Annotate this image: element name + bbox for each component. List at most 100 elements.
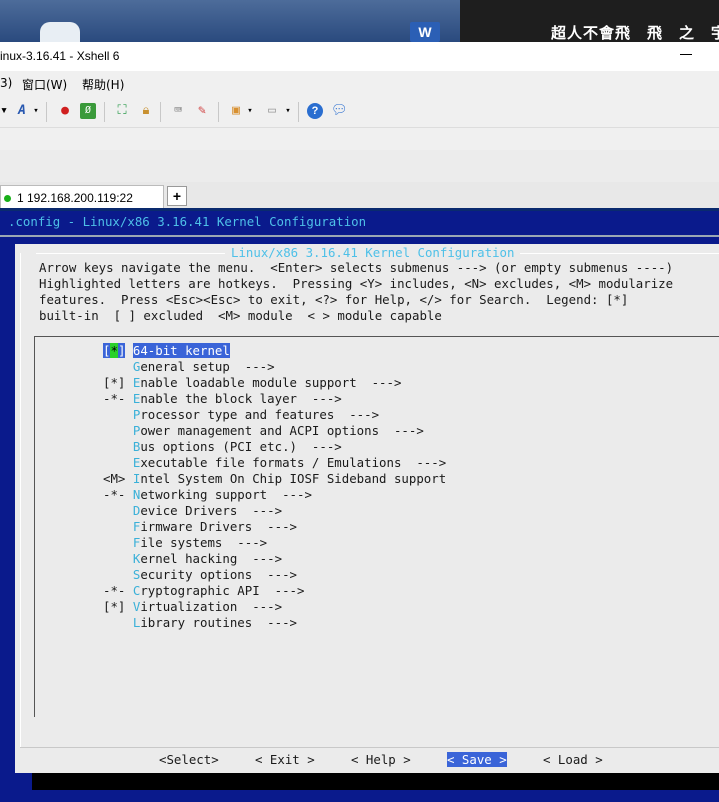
menu-item-prefix [103,519,125,534]
menu-item-label: Firmware Drivers ---> [132,519,297,534]
button-separator [20,747,719,748]
help-text-line: features. Press <Esc><Esc> to exit, <?> … [39,292,629,307]
new-session-icon[interactable]: ▣ [228,103,244,119]
menu-item[interactable]: -*- Networking support ---> [103,487,312,503]
toolbar-separator [46,102,47,122]
window-titlebar: inux-3.16.41 - Xshell 6 [0,42,719,71]
menu-item[interactable]: [*] 64-bit kernel [103,343,230,359]
menu-item-prefix [103,359,125,374]
fullscreen-icon[interactable]: ⛶ [114,103,130,119]
menu-list-box: [*] 64-bit kernel General setup ---> [*] … [34,336,719,717]
dialog-button-help[interactable]: < Help > [351,752,411,767]
toolbar-separator [160,102,161,122]
menu-item-prefix [103,439,125,454]
menu-item-label: Library routines ---> [132,615,297,630]
help-text-line: built-in [ ] excluded <M> module < > mod… [39,308,442,323]
new-tab-button[interactable]: + [167,186,187,206]
menu-item[interactable]: File systems ---> [103,535,267,551]
header-rule [0,235,719,237]
menu-item[interactable]: Library routines ---> [103,615,297,631]
desktop-background: W 超人不會飛 飛 之 宇 [0,0,719,42]
menu-item[interactable]: Processor type and features ---> [103,407,379,423]
menu-item[interactable]: Power management and ACPI options ---> [103,423,424,439]
session-bar [0,150,719,182]
dialog-title: Linux/x86 3.16.41 Kernel Configuration [225,245,521,260]
menu-item[interactable]: <M> Intel System On Chip IOSF Sideband s… [103,471,446,487]
xftp-icon[interactable]: ● [57,103,73,119]
menu-item-label: General setup ---> [132,359,275,374]
menu-item[interactable]: Device Drivers ---> [103,503,282,519]
word-icon[interactable]: W [410,22,440,42]
lock-icon[interactable]: 🔒︎ [138,103,154,119]
window-title: inux-3.16.41 - Xshell 6 [0,49,120,63]
menu-item-label: Security options ---> [132,567,297,582]
menu-help[interactable]: 帮助(H) [82,76,124,93]
menu-item-label: Executable file formats / Emulations ---… [132,455,447,470]
menu-item-label: Enable the block layer ---> [132,391,342,406]
menu-item[interactable]: [*] Virtualization ---> [103,599,282,615]
config-header: .config - Linux/x86 3.16.41 Kernel Confi… [8,214,367,229]
dropdown-icon[interactable]: ▾ [32,103,40,119]
toolbar: ▾ A ▾ ● Ø ⛶ 🔒︎ ⌨ ✎ ▣ ▾ ▭ ▾ ? 💬︎ [0,96,719,127]
dropdown-icon[interactable]: ▾ [284,103,292,119]
keyboard-icon[interactable]: ⌨ [170,103,186,119]
menu-item-label: Enable loadable module support ---> [132,375,402,390]
help-text-line: Highlighted letters are hotkeys. Pressin… [39,276,674,291]
menu-item[interactable]: -*- Enable the block layer ---> [103,391,342,407]
menu-item-prefix: <M> [103,471,126,486]
menu-item[interactable]: Security options ---> [103,567,297,583]
menu-item[interactable]: General setup ---> [103,359,275,375]
menu-arrow-icon[interactable]: ▾ [0,103,8,119]
toolbar-separator [218,102,219,122]
menu-item-label: Virtualization ---> [132,599,283,614]
menu-item[interactable]: Bus options (PCI etc.) ---> [103,439,342,455]
tab-session[interactable]: 1 192.168.200.119:22 [0,185,164,210]
dialog-button-select[interactable]: <Select> [159,752,219,767]
highlighter-icon[interactable]: ✎ [194,103,210,119]
dialog-border-left [20,253,21,747]
help-text-line: Arrow keys navigate the menu. <Enter> se… [39,260,674,275]
menu-item-label: 64-bit kernel [132,343,230,358]
menu-item-prefix: [*] [103,375,126,390]
tab-label: 1 192.168.200.119:22 [17,191,133,205]
menu-tools-partial[interactable]: 3) [0,76,12,90]
menu-item[interactable]: [*] Enable loadable module support ---> [103,375,401,391]
menu-item[interactable]: Firmware Drivers ---> [103,519,297,535]
menu-item-label: Device Drivers ---> [132,503,283,518]
minimize-button[interactable] [680,54,692,55]
dialog-button-load[interactable]: < Load > [543,752,603,767]
menu-item-label: Power management and ACPI options ---> [132,423,424,438]
menu-item-prefix [103,535,125,550]
menu-item-prefix: -*- [103,487,126,502]
dropdown-icon[interactable]: ▾ [246,103,254,119]
menu-item[interactable]: Kernel hacking ---> [103,551,282,567]
desktop-app-icon[interactable] [40,22,80,42]
terminal-area[interactable]: .config - Linux/x86 3.16.41 Kernel Confi… [0,211,719,802]
dialog-button-exit[interactable]: < Exit > [255,752,315,767]
menu-item[interactable]: -*- Cryptographic API ---> [103,583,304,599]
menu-item-prefix: [*] [103,343,126,358]
menu-item-label: Bus options (PCI etc.) ---> [132,439,342,454]
menuconfig-dialog: Linux/x86 3.16.41 Kernel Configuration A… [15,244,719,773]
menu-item[interactable]: Executable file formats / Emulations ---… [103,455,446,471]
font-icon[interactable]: A [14,103,30,119]
menu-window[interactable]: 窗口(W) [22,76,67,93]
menu-item-prefix [103,503,125,518]
xshell-icon[interactable]: Ø [80,103,96,119]
address-bar[interactable] [0,127,719,151]
menu-item-prefix [103,615,125,630]
menu-item-prefix: [*] [103,599,126,614]
layout-icon[interactable]: ▭ [264,103,280,119]
chat-icon[interactable]: 💬︎ [331,103,348,119]
menu-item-label: File systems ---> [132,535,268,550]
menu-item-prefix [103,455,125,470]
menu-item-prefix [103,567,125,582]
menu-item-prefix [103,551,125,566]
menu-item-label: Cryptographic API ---> [132,583,305,598]
menu-item-prefix [103,423,125,438]
dialog-button-save[interactable]: < Save > [447,752,507,767]
menu-item-prefix [103,407,125,422]
help-icon[interactable]: ? [307,103,323,119]
menu-item-label: Kernel hacking ---> [132,551,283,566]
menu-bar: 3) 窗口(W) 帮助(H) [0,71,719,96]
